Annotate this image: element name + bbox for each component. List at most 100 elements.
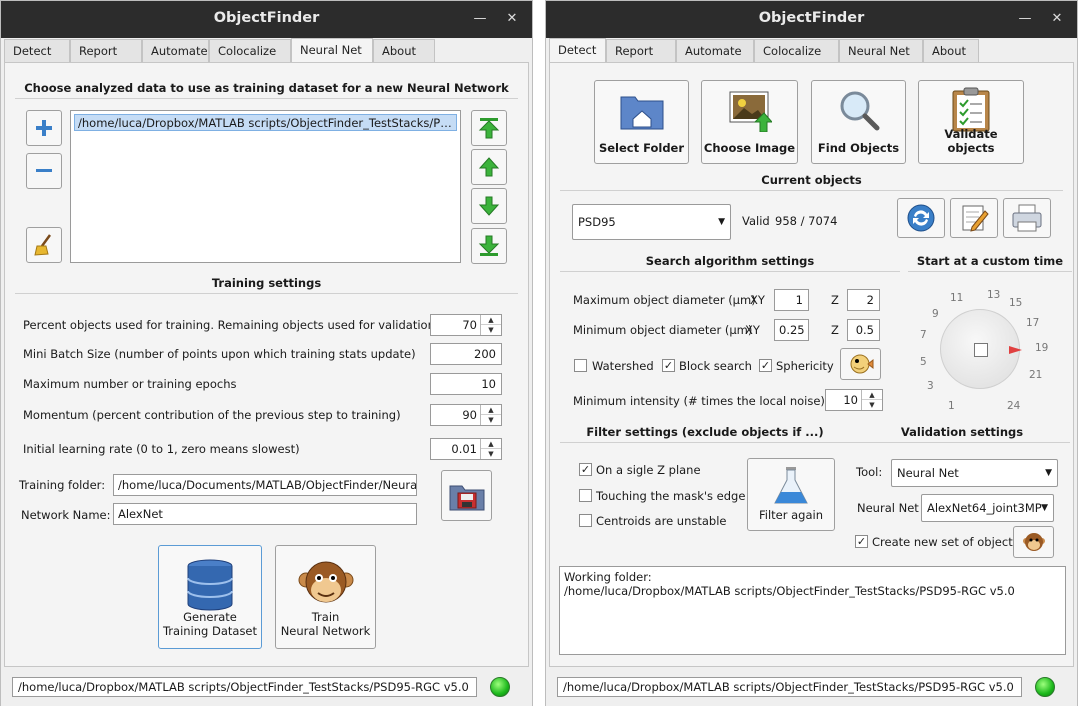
min-z-input[interactable]: 0.5	[847, 319, 880, 341]
mask-edge-checkbox[interactable]	[579, 489, 592, 502]
training-dataset-list[interactable]: /home/luca/Dropbox/MATLAB scripts/Object…	[70, 110, 461, 263]
dial-number: 9	[932, 308, 939, 320]
tab-colocalize[interactable]: Colocalize	[754, 39, 839, 62]
monkey-icon	[298, 561, 353, 603]
clear-list-button[interactable]	[26, 227, 62, 263]
create-new-set-checkbox[interactable]: ✓	[855, 535, 868, 548]
print-button[interactable]	[1003, 198, 1051, 238]
browse-folder-button[interactable]	[441, 470, 492, 521]
list-item[interactable]: /home/luca/Dropbox/MATLAB scripts/Object…	[74, 114, 457, 131]
percent-training-value: 70	[462, 318, 477, 332]
mini-batch-input[interactable]: 200	[430, 343, 502, 365]
tab-report[interactable]: Report	[606, 39, 676, 62]
close-button[interactable]: ✕	[502, 9, 522, 29]
min-intensity-label: Minimum intensity (# times the local noi…	[573, 394, 825, 408]
tab-automate[interactable]: Automate	[676, 39, 754, 62]
edit-notes-button[interactable]	[950, 198, 998, 238]
learning-rate-spinner[interactable]: 0.01 ▲ ▼	[430, 438, 502, 460]
find-objects-button[interactable]: Find Objects	[811, 80, 906, 164]
divider	[852, 442, 1070, 443]
validate-objects-button[interactable]: Validate objects	[918, 80, 1024, 164]
single-z-plane-checkbox[interactable]: ✓	[579, 463, 592, 476]
spinner-arrows[interactable]: ▲ ▼	[480, 405, 501, 425]
status-path-field: /home/luca/Dropbox/MATLAB scripts/Object…	[12, 677, 477, 697]
spinner-arrows[interactable]: ▲ ▼	[861, 390, 882, 410]
momentum-value: 90	[462, 408, 477, 422]
watershed-checkbox[interactable]	[574, 359, 587, 372]
training-folder-field[interactable]: /home/luca/Documents/MATLAB/ObjectFinder…	[113, 474, 417, 496]
create-new-set-label: Create new set of objects	[872, 535, 1019, 549]
tool-value: Neural Net	[897, 466, 959, 480]
window-title: ObjectFinder	[213, 10, 320, 26]
sphericity-checkbox[interactable]: ✓	[759, 359, 772, 372]
choose-image-button[interactable]: Choose Image	[701, 80, 798, 164]
momentum-spinner[interactable]: 90 ▲ ▼	[430, 404, 502, 426]
move-bottom-button[interactable]	[471, 228, 507, 264]
divider	[560, 271, 900, 272]
notepad-pencil-icon	[962, 205, 989, 232]
remove-dataset-button[interactable]	[26, 153, 62, 189]
spinner-arrows[interactable]: ▲ ▼	[480, 439, 501, 459]
generate-training-dataset-button[interactable]: Generate Training Dataset	[158, 545, 262, 649]
image-icon	[729, 91, 772, 132]
tab-detect[interactable]: Detect	[4, 39, 70, 62]
tab-automate[interactable]: Automate	[142, 39, 209, 62]
tab-colocalize[interactable]: Colocalize	[209, 39, 291, 62]
tab-report[interactable]: Report	[70, 39, 142, 62]
max-xy-input[interactable]: 1	[774, 289, 809, 311]
dial-number: 15	[1009, 297, 1023, 309]
magnifier-icon	[840, 91, 879, 131]
train-neural-network-button[interactable]: Train Neural Network	[275, 545, 376, 649]
select-folder-button[interactable]: Select Folder	[594, 80, 689, 164]
tab-neural-net[interactable]: Neural Net	[839, 39, 923, 62]
max-z-input[interactable]: 2	[847, 289, 880, 311]
single-z-plane-label: On a sigle Z plane	[596, 463, 701, 477]
move-up-button[interactable]	[471, 149, 507, 185]
dial-number: 17	[1026, 317, 1040, 329]
dial-number: 21	[1029, 369, 1043, 381]
time-dial-knob[interactable]	[940, 309, 1022, 389]
close-button[interactable]: ✕	[1047, 9, 1067, 29]
neural-net-dropdown[interactable]: AlexNet64_joint3MP ▼	[921, 494, 1054, 522]
find-objects-label: Find Objects	[817, 141, 900, 155]
centroids-unstable-checkbox[interactable]	[579, 514, 592, 527]
training-settings-title: Training settings	[211, 276, 322, 290]
max-epochs-label: Maximum number or training epochs	[23, 377, 237, 391]
block-search-checkbox[interactable]: ✓	[662, 359, 675, 372]
max-epochs-input[interactable]: 10	[430, 373, 502, 395]
current-objects-dropdown[interactable]: PSD95 ▼	[572, 204, 731, 240]
dial-center-icon	[974, 343, 988, 357]
min-xy-input[interactable]: 0.25	[774, 319, 809, 341]
tab-about[interactable]: About	[923, 39, 979, 62]
filter-again-button[interactable]: Filter again	[747, 458, 835, 531]
tab-neural-net[interactable]: Neural Net	[291, 38, 373, 63]
add-dataset-button[interactable]	[26, 110, 62, 146]
minimize-button[interactable]: —	[470, 9, 490, 29]
refresh-button[interactable]	[897, 198, 945, 238]
divider	[560, 190, 1063, 191]
min-intensity-spinner[interactable]: 10 ▲ ▼	[825, 389, 883, 411]
max-z-label: Z	[831, 293, 839, 307]
tab-about[interactable]: About	[373, 39, 435, 62]
neural-net-panel: Choose analyzed data to use as training …	[4, 62, 529, 667]
percent-training-spinner[interactable]: 70 ▲ ▼	[430, 314, 502, 336]
validate-objects-label: Validate objects	[944, 127, 998, 155]
dial-number: 5	[920, 356, 927, 368]
tool-dropdown[interactable]: Neural Net ▼	[891, 459, 1058, 487]
spinner-arrows[interactable]: ▲ ▼	[480, 315, 501, 335]
move-top-button[interactable]	[471, 110, 507, 146]
dial-number: 11	[950, 292, 964, 304]
search-settings-title: Search algorithm settings	[645, 254, 815, 268]
generate-label-1: Generate	[183, 610, 237, 624]
move-down-button[interactable]	[471, 188, 507, 224]
broom-icon	[34, 234, 52, 256]
tab-detect[interactable]: Detect	[549, 38, 606, 63]
custom-time-title: Start at a custom time	[916, 254, 1064, 268]
network-name-input[interactable]: AlexNet	[113, 503, 417, 525]
monkey-button[interactable]	[1013, 526, 1054, 558]
training-folder-label: Training folder:	[19, 478, 106, 492]
minimize-button[interactable]: —	[1015, 9, 1035, 29]
dial-number: 19	[1035, 342, 1049, 354]
tab-bar: Detect Report Automate Colocalize Neural…	[549, 38, 1077, 63]
pufferfish-button[interactable]	[840, 348, 881, 380]
